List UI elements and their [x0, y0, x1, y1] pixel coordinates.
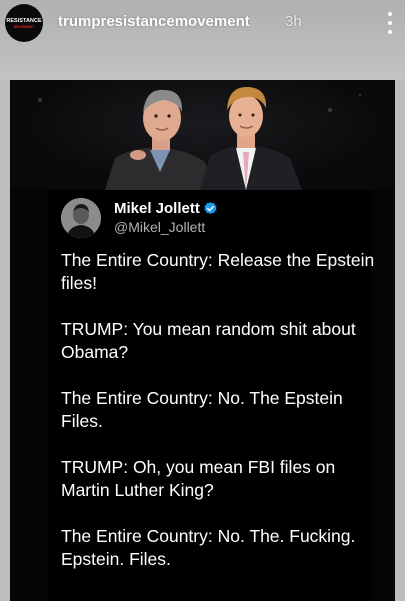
tweet-paragraph: TRUMP: You mean random shit about Obama? — [61, 319, 356, 362]
post-timestamp: 3h — [285, 13, 302, 30]
post-photo — [10, 80, 395, 190]
story-header: RESISTANCE MOVEMENT trumpresistancemovem… — [0, 0, 405, 48]
tweet-paragraph: The Entire Country: No. The Epstein File… — [61, 388, 343, 431]
more-vertical-icon[interactable] — [386, 12, 394, 34]
username-link[interactable]: trumpresistancemovement — [58, 13, 250, 30]
tweet-paragraph: TRUMP: Oh, you mean FBI files on Martin … — [61, 457, 336, 500]
tweet-author-handle: @Mikel_Jollett — [114, 219, 206, 235]
tweet-author-name: Mikel Jollett — [114, 200, 200, 217]
account-avatar[interactable]: RESISTANCE MOVEMENT — [5, 4, 43, 42]
tweet-paragraph: The Entire Country: Release the Epstein … — [61, 250, 375, 293]
tweet-text: The Entire Country: Release the Epstein … — [61, 249, 379, 594]
tweet-paragraph: The Entire Country: No. The. Fucking. Ep… — [61, 526, 356, 569]
avatar-logo-text: RESISTANCE — [6, 17, 42, 24]
avatar-logo-subtext: MOVEMENT — [13, 24, 35, 29]
verified-badge-icon — [203, 201, 218, 216]
tweet-author-avatar — [61, 198, 101, 238]
photo-illustration — [38, 86, 362, 190]
